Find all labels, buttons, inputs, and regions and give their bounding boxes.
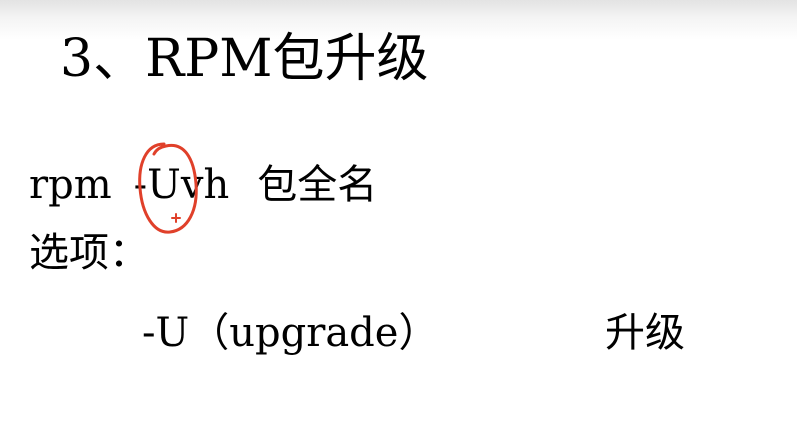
command-program: rpm	[29, 162, 112, 208]
option-flag: -U（upgrade）	[142, 310, 439, 356]
option-description: 升级	[605, 310, 685, 356]
command-argument: 包全名	[257, 162, 378, 208]
annotation-circle-icon	[138, 142, 198, 234]
slide-title: 3、RPM包升级	[60, 29, 429, 89]
options-label: 选项：	[29, 230, 149, 276]
